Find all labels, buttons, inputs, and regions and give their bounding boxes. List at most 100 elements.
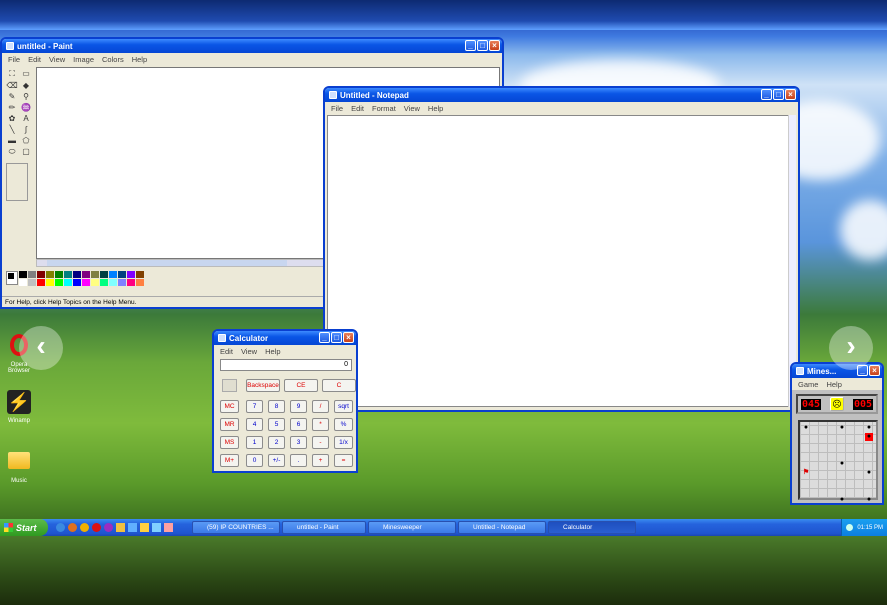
select-tool-icon[interactable]: ▭ [20,69,32,79]
polygon-tool-icon[interactable]: ⬠ [20,136,32,145]
app-icon[interactable] [164,523,173,532]
menu-edit[interactable]: Edit [351,104,364,113]
folder-icon[interactable] [116,523,125,532]
app-icon[interactable] [104,523,113,532]
start-button[interactable]: Start [0,519,48,536]
notepad-text-area[interactable] [327,115,795,407]
airbrush-tool-icon[interactable]: ✿ [6,114,18,123]
media-icon[interactable] [80,523,89,532]
taskbar-item-notepad[interactable]: Untitled - Notepad [458,521,546,534]
curve-tool-icon[interactable]: ∫ [20,125,32,134]
menu-help[interactable]: Help [265,347,280,356]
subtract-button[interactable]: - [312,436,329,449]
color-palette[interactable] [6,271,144,287]
maximize-button[interactable]: □ [331,332,342,343]
key-6[interactable]: 6 [290,418,307,431]
mc-button[interactable]: MC [220,400,239,413]
menu-format[interactable]: Format [372,104,396,113]
taskbar-item-calculator[interactable]: Calculator [548,521,636,534]
app-icon[interactable] [140,523,149,532]
taskbar-item-minesweeper[interactable]: Minesweeper [368,521,456,534]
key-3[interactable]: 3 [290,436,307,449]
previous-arrow-button[interactable]: ‹ [19,326,63,370]
taskbar-item-browser[interactable]: (59) IP COUNTRIES ... [192,521,280,534]
app-icon[interactable] [128,523,137,532]
menu-help[interactable]: Help [132,55,147,64]
minesweeper-window[interactable]: Mines... _ × Game Help 045 ☹ 005 ● ● ● ●… [790,362,884,505]
multiply-button[interactable]: * [312,418,329,431]
decimal-button[interactable]: . [290,454,307,467]
free-select-tool-icon[interactable]: ⛶ [6,69,18,79]
taskbar-item-paint[interactable]: untitled - Paint [282,521,366,534]
minesweeper-titlebar[interactable]: Mines... _ × [792,364,882,378]
close-button[interactable]: × [343,332,354,343]
menu-help[interactable]: Help [826,380,841,389]
close-button[interactable]: × [869,365,880,376]
menu-colors[interactable]: Colors [102,55,124,64]
notepad-titlebar[interactable]: Untitled - Notepad _ □ × [325,88,798,102]
fill-tool-icon[interactable]: ◆ [20,81,32,90]
key-4[interactable]: 4 [246,418,263,431]
menu-view[interactable]: View [404,104,420,113]
sign-button[interactable]: +/- [268,454,285,467]
minefield[interactable]: ● ● ● ● ● ● ● ⚑ ● [798,420,878,503]
ie-icon[interactable] [56,523,65,532]
reciprocal-button[interactable]: 1/x [334,436,353,449]
key-9[interactable]: 9 [290,400,307,413]
menu-edit[interactable]: Edit [28,55,41,64]
menu-edit[interactable]: Edit [220,347,233,356]
menu-file[interactable]: File [8,55,20,64]
key-1[interactable]: 1 [246,436,263,449]
key-7[interactable]: 7 [246,400,263,413]
add-button[interactable]: + [312,454,329,467]
minimize-button[interactable]: _ [465,40,476,51]
calculator-window[interactable]: Calculator _ □ × Edit View Help 0 Backsp… [212,329,358,473]
menu-game[interactable]: Game [798,380,818,389]
eraser-tool-icon[interactable]: ⌫ [6,81,18,90]
backspace-button[interactable]: Backspace [246,379,280,392]
pencil-tool-icon[interactable]: ✏ [6,103,18,112]
menu-file[interactable]: File [331,104,343,113]
menu-image[interactable]: Image [73,55,94,64]
close-button[interactable]: × [489,40,500,51]
menu-view[interactable]: View [49,55,65,64]
equals-button[interactable]: = [334,454,353,467]
clock[interactable]: 01:15 PM [857,525,883,531]
rectangle-tool-icon[interactable]: ▬ [6,136,18,145]
line-tool-icon[interactable]: ╲ [6,125,18,134]
magnifier-tool-icon[interactable]: ⚲ [20,92,32,101]
ellipse-tool-icon[interactable]: ⬭ [6,147,18,157]
opera-icon[interactable] [92,523,101,532]
percent-button[interactable]: % [334,418,353,431]
mr-button[interactable]: MR [220,418,239,431]
ce-button[interactable]: CE [284,379,318,392]
key-0[interactable]: 0 [246,454,263,467]
palette-swatches[interactable] [19,271,144,287]
clear-button[interactable]: C [322,379,356,392]
maximize-button[interactable]: □ [773,89,784,100]
menu-help[interactable]: Help [428,104,443,113]
divide-button[interactable]: / [312,400,329,413]
m-plus-button[interactable]: M+ [220,454,239,467]
brush-tool-icon[interactable]: ♒ [20,103,32,112]
calculator-titlebar[interactable]: Calculator _ □ × [214,331,356,345]
ms-button[interactable]: MS [220,436,239,449]
minimize-button[interactable]: _ [319,332,330,343]
picker-tool-icon[interactable]: ✎ [6,92,18,101]
firefox-icon[interactable] [68,523,77,532]
sqrt-button[interactable]: sqrt [334,400,353,413]
minimize-button[interactable]: _ [761,89,772,100]
desktop-icon-winamp[interactable]: ⚡ Winamp [4,390,34,430]
key-8[interactable]: 8 [268,400,285,413]
smiley-button[interactable]: ☹ [830,397,844,411]
text-tool-icon[interactable]: A [20,114,32,123]
app-icon[interactable] [152,523,161,532]
notepad-window[interactable]: Untitled - Notepad _ □ × File Edit Forma… [323,86,800,412]
rounded-rect-tool-icon[interactable]: ▢ [20,147,32,157]
next-arrow-button[interactable]: › [829,326,873,370]
maximize-button[interactable]: □ [477,40,488,51]
key-5[interactable]: 5 [268,418,285,431]
desktop-icon-music[interactable]: Music [4,450,34,490]
close-button[interactable]: × [785,89,796,100]
menu-view[interactable]: View [241,347,257,356]
